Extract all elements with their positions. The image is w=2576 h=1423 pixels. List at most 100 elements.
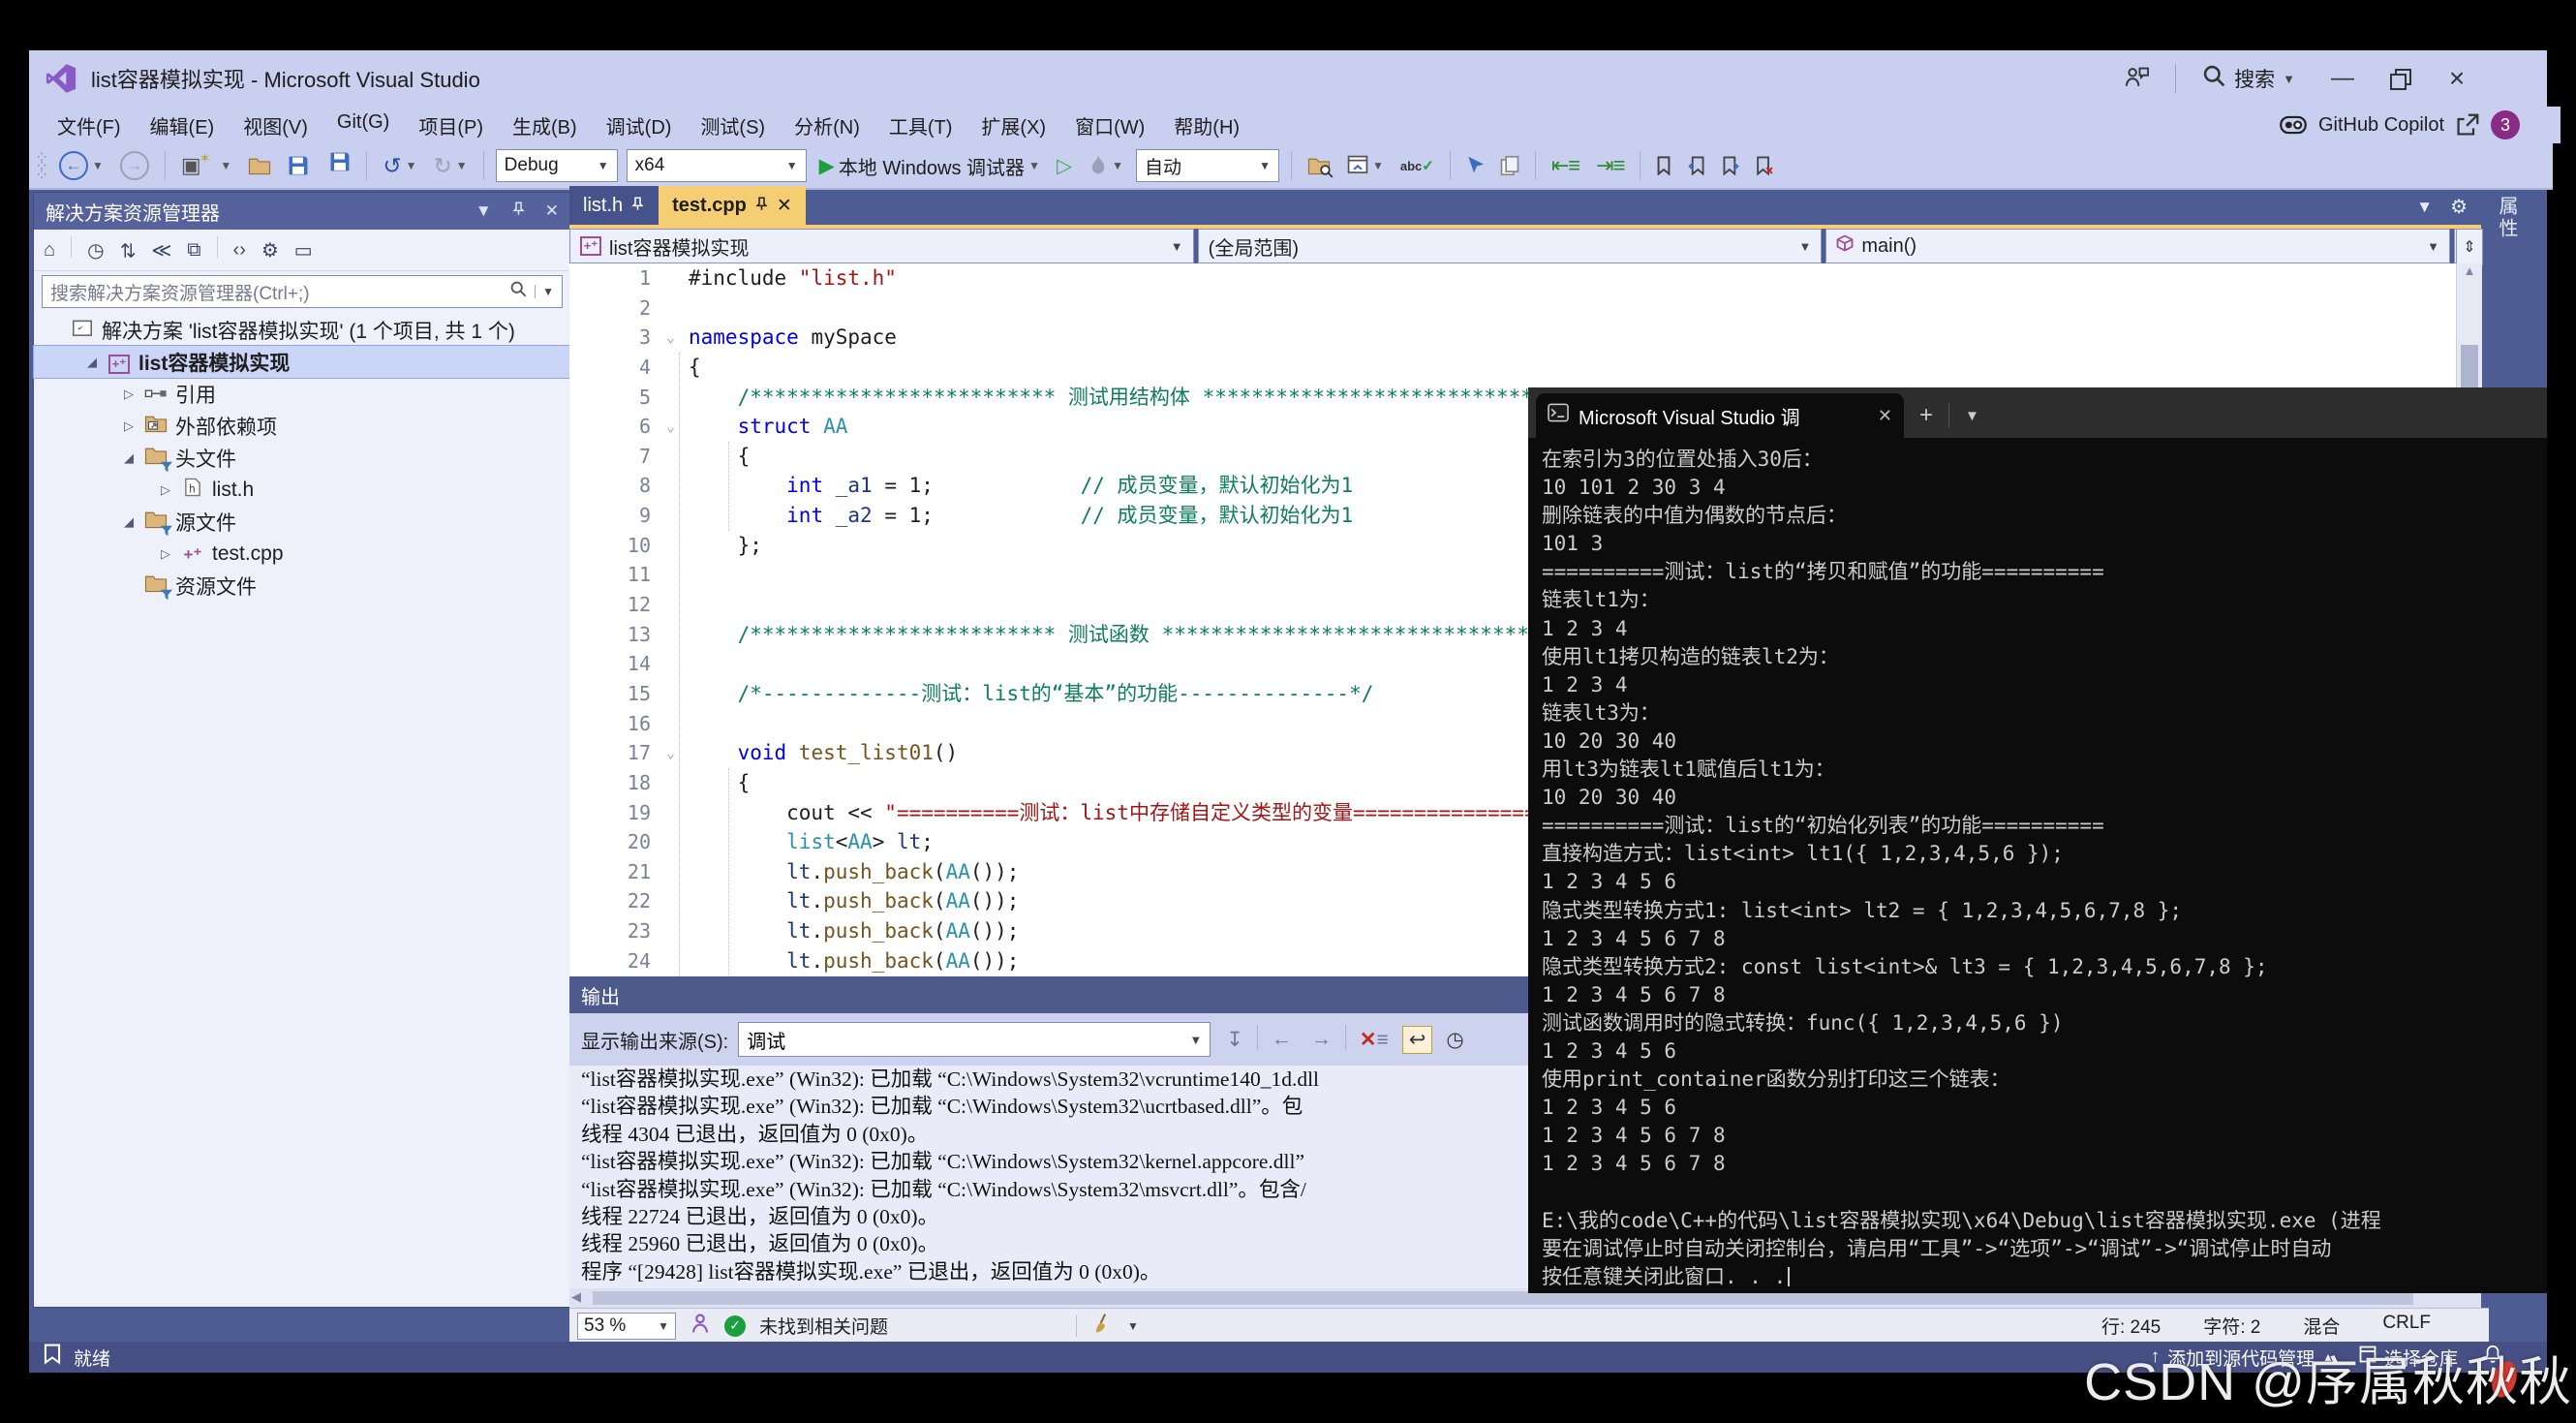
expander-collapsed-icon[interactable]: ▷	[117, 387, 140, 402]
code-line[interactable]: 1#include "list.h"	[569, 263, 2456, 294]
tree-item[interactable]: ▷外部依赖项	[34, 410, 570, 442]
goto-output-icon[interactable]: ↧	[1220, 1028, 1249, 1052]
bookmark-prev-button[interactable]	[1684, 153, 1709, 178]
nav-forward-button[interactable]: →	[116, 148, 153, 183]
hot-reload-button[interactable]: ▼	[1085, 152, 1127, 179]
expander-collapsed-icon[interactable]: ▷	[117, 418, 140, 434]
expander-expanded-icon[interactable]: ◢	[80, 355, 104, 370]
collapse-all-icon[interactable]: ≪	[151, 238, 171, 263]
output-source-dropdown[interactable]: 调试 ▼	[738, 1022, 1211, 1057]
bookmark-next-button[interactable]	[1718, 153, 1743, 178]
start-debug-button[interactable]: ▶本地 Windows 调试器▼	[815, 149, 1044, 183]
cursor-select-button[interactable]	[1462, 152, 1487, 179]
menu-item[interactable]: 调试(D)	[592, 107, 687, 144]
pending-time-icon[interactable]: ◷	[1440, 1028, 1469, 1052]
project-dropdown[interactable]: +⁺ list容器模拟实现 ▼	[569, 229, 1194, 263]
new-tab-button[interactable]: +	[1904, 393, 1948, 438]
fold-collapse-icon[interactable]: ⌄	[666, 412, 689, 442]
save-button[interactable]	[284, 152, 313, 179]
chevron-down-icon[interactable]: ▼	[1127, 1319, 1139, 1333]
pin-icon[interactable]	[754, 195, 769, 217]
solution-explorer-header[interactable]: 解决方案资源管理器 ▼ ✕	[34, 193, 570, 230]
terminal-output[interactable]: 在索引为3的位置处插入30后：10 101 2 30 3 4删除链表的中值为偶数…	[1528, 438, 2547, 1291]
expander-expanded-icon[interactable]: ◢	[117, 450, 140, 466]
preview-selected-icon[interactable]: ▭	[294, 238, 313, 263]
caret-line-indicator[interactable]: 行: 245	[2101, 1313, 2161, 1339]
tree-item[interactable]: ◢+⁺list容器模拟实现	[34, 346, 570, 378]
pin-icon[interactable]	[630, 195, 645, 217]
indent-left-button[interactable]: ⇤≡	[1548, 150, 1583, 181]
caret-char-indicator[interactable]: 字符: 2	[2203, 1313, 2260, 1339]
scroll-left-icon[interactable]: ◀	[571, 1289, 581, 1305]
code-line[interactable]: 3⌄namespace mySpace	[569, 323, 2456, 353]
code-line[interactable]: 4{	[569, 353, 2456, 383]
feedback-icon[interactable]	[2125, 65, 2150, 93]
share-icon[interactable]	[2456, 113, 2479, 137]
sync-with-active-icon[interactable]: ⇄	[115, 242, 139, 259]
document-tab-list-h[interactable]: list.h	[569, 186, 659, 225]
properties-wrench-icon[interactable]: ⚙	[261, 238, 279, 263]
encoding-indicator[interactable]: 混合	[2303, 1313, 2340, 1339]
prev-message-icon[interactable]: ←	[1266, 1028, 1298, 1051]
menu-item[interactable]: 窗口(W)	[1060, 107, 1159, 144]
github-copilot-badge[interactable]: GitHub Copilot 3	[2280, 107, 2520, 143]
tab-list-chevron-icon[interactable]: ▼	[2416, 198, 2433, 217]
expander-collapsed-icon[interactable]: ▷	[154, 482, 177, 498]
menu-item[interactable]: 生成(B)	[498, 107, 592, 144]
live-share-icon[interactable]	[690, 1313, 711, 1340]
fold-collapse-icon[interactable]: ⌄	[666, 323, 689, 353]
scrollbar-thumb[interactable]	[593, 1291, 2413, 1305]
menu-item[interactable]: 扩展(X)	[966, 107, 1060, 144]
tree-item[interactable]: ▷+⁺test.cpp	[34, 538, 570, 570]
attach-dropdown[interactable]: 自动▼	[1136, 149, 1279, 182]
tree-item[interactable]: ◢源文件	[34, 506, 570, 538]
copy-doc-button[interactable]	[1496, 152, 1523, 179]
fold-collapse-icon[interactable]: ⌄	[666, 738, 689, 768]
tree-item[interactable]: ▷引用	[34, 378, 570, 410]
sync-with-solution-button[interactable]: ▼	[1343, 152, 1388, 179]
document-tab-test-cpp[interactable]: test.cpp✕	[659, 186, 806, 225]
quick-search[interactable]: 搜索 ▼	[2201, 64, 2295, 93]
properties-side-tab[interactable]: 属性	[2493, 196, 2521, 240]
tab-dropdown-chevron-icon[interactable]: ▼	[1949, 393, 1995, 438]
tree-item[interactable]: ▷hlist.h	[34, 474, 570, 506]
save-all-button[interactable]	[322, 151, 354, 180]
find-in-files-button[interactable]	[1303, 153, 1334, 178]
chevron-down-icon[interactable]: ▼	[535, 285, 554, 298]
terminal-tab[interactable]: Microsoft Visual Studio 调 ✕	[1536, 393, 1904, 438]
code-line[interactable]: 2	[569, 294, 2456, 324]
view-code-icon[interactable]: ‹›	[233, 239, 246, 262]
start-without-debug-button[interactable]: ▷	[1053, 151, 1076, 181]
pin-icon[interactable]	[511, 201, 526, 221]
menu-item[interactable]: 编辑(E)	[136, 107, 230, 144]
close-tab-icon[interactable]: ✕	[1878, 406, 1892, 426]
scrollbar-split-handle[interactable]: ⇕	[2456, 229, 2483, 265]
copy-path-icon[interactable]: ⧉	[187, 239, 200, 262]
solution-search-input[interactable]: 搜索解决方案资源管理器(Ctrl+;) ▼	[42, 275, 563, 308]
nav-back-button[interactable]: ←▼	[55, 148, 107, 183]
code-cleanup-broom-icon[interactable]	[1090, 1313, 1114, 1340]
bookmark-clear-button[interactable]	[1752, 153, 1777, 178]
scroll-up-icon[interactable]: ▲	[2457, 263, 2482, 283]
close-tab-icon[interactable]: ✕	[777, 195, 792, 217]
avatar[interactable]: 3	[2491, 110, 2520, 139]
line-ending-indicator[interactable]: CRLF	[2382, 1313, 2431, 1339]
menu-item[interactable]: 分析(N)	[780, 107, 874, 144]
restore-button[interactable]	[2390, 69, 2409, 88]
platform-dropdown[interactable]: x64▼	[627, 149, 807, 182]
chevron-down-icon[interactable]: ▼	[475, 201, 492, 221]
word-wrap-icon[interactable]: ↩	[1402, 1028, 1433, 1052]
switch-views-icon[interactable]: ⌂	[44, 239, 55, 262]
toolbar-grip[interactable]: ⁘⁘⁘	[35, 153, 46, 179]
spell-check-button[interactable]: abc✓	[1396, 154, 1438, 177]
undo-button[interactable]: ↺▼	[379, 150, 420, 182]
gear-icon[interactable]: ⚙	[2450, 195, 2468, 219]
health-check-icon[interactable]: ✓	[724, 1315, 746, 1337]
scope-dropdown[interactable]: (全局范围) ▼	[1198, 229, 1823, 263]
menu-item[interactable]: 视图(V)	[229, 107, 322, 144]
indent-right-button[interactable]: ⇥≡	[1592, 150, 1628, 181]
tree-item[interactable]: 资源文件	[34, 570, 570, 602]
next-message-icon[interactable]: →	[1305, 1028, 1337, 1051]
expander-expanded-icon[interactable]: ◢	[117, 514, 140, 530]
member-dropdown[interactable]: main() ▼	[1825, 229, 2450, 263]
